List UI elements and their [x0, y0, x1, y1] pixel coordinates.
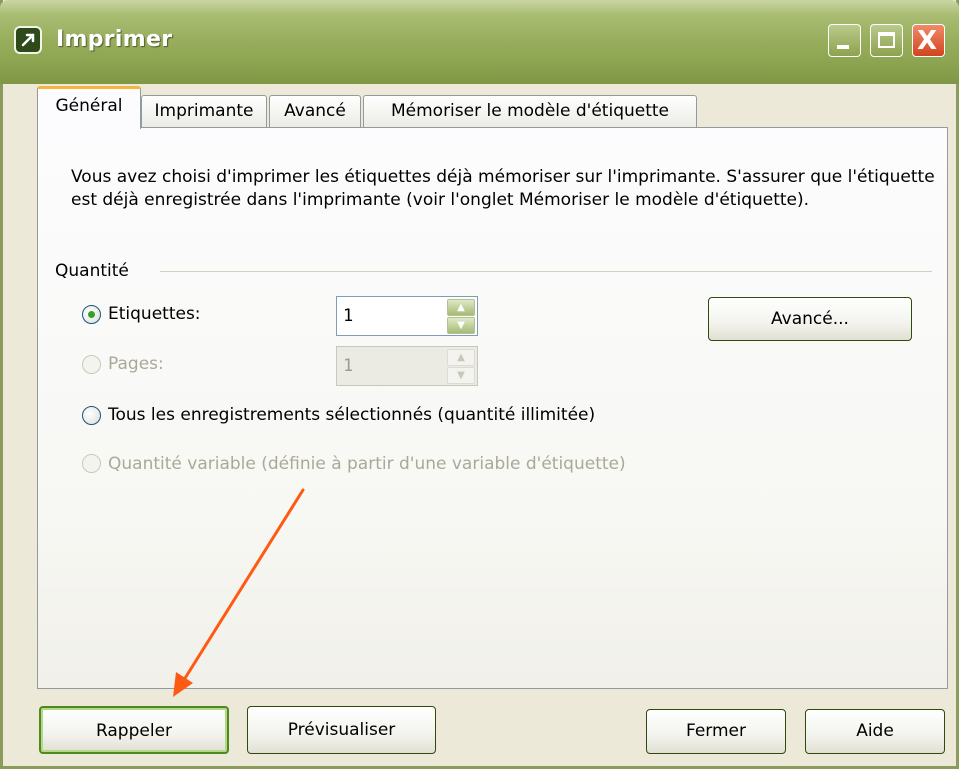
label-variable-quantity: Quantité variable (définie à partir d'un… — [108, 454, 626, 474]
pages-quantity-value: 1 — [343, 356, 354, 376]
spin-down-icon[interactable]: ▼ — [447, 317, 475, 334]
pages-quantity-spinner: 1 ▲ ▼ — [336, 346, 478, 386]
window-title: Imprimer — [56, 27, 173, 52]
label-all-records[interactable]: Tous les enregistrements sélectionnés (q… — [108, 405, 595, 425]
aide-button[interactable]: Aide — [805, 709, 945, 754]
label-etiquettes[interactable]: Etiquettes: — [108, 304, 201, 324]
minimize-icon — [837, 45, 849, 49]
fermer-button[interactable]: Fermer — [646, 709, 786, 754]
title-bar[interactable]: Imprimer X — [0, 0, 959, 84]
spin-up-icon: ▲ — [447, 349, 475, 366]
spin-up-icon[interactable]: ▲ — [447, 299, 475, 316]
tab-memoriser-modele[interactable]: Mémoriser le modèle d'étiquette — [363, 95, 697, 127]
etiquettes-quantity-value[interactable]: 1 — [343, 306, 353, 326]
group-divider — [160, 271, 932, 272]
spin-down-icon: ▼ — [447, 367, 475, 384]
minimize-button[interactable] — [828, 24, 861, 57]
close-icon: X — [917, 26, 938, 56]
advanced-button[interactable]: Avancé... — [708, 297, 912, 341]
maximize-button[interactable] — [870, 24, 903, 57]
radio-variable-quantity — [82, 454, 101, 473]
tab-imprimante[interactable]: Imprimante — [141, 95, 267, 127]
radio-pages — [82, 355, 101, 374]
close-button[interactable]: X — [912, 24, 945, 57]
print-dialog-window: Imprimer X Général Imprimante Avancé Mém… — [0, 0, 959, 769]
previsualiser-button[interactable]: Prévisualiser — [247, 706, 436, 754]
radio-all-records[interactable] — [82, 406, 101, 425]
radio-selected-dot — [88, 311, 95, 318]
general-tab-panel: Vous avez choisi d'imprimer les étiquett… — [37, 127, 948, 689]
label-pages: Pages: — [108, 354, 164, 374]
maximize-icon — [878, 32, 895, 48]
rappeler-button[interactable]: Rappeler — [39, 706, 229, 754]
etiquettes-quantity-spinner[interactable]: 1 ▲ ▼ — [336, 296, 478, 336]
quantity-group-label: Quantité — [55, 261, 129, 281]
radio-etiquettes[interactable] — [82, 305, 101, 324]
description-text: Vous avez choisi d'imprimer les étiquett… — [71, 167, 935, 210]
tab-general[interactable]: Général — [37, 86, 141, 129]
tab-avance[interactable]: Avancé — [269, 95, 361, 127]
app-logo-icon — [14, 26, 42, 54]
